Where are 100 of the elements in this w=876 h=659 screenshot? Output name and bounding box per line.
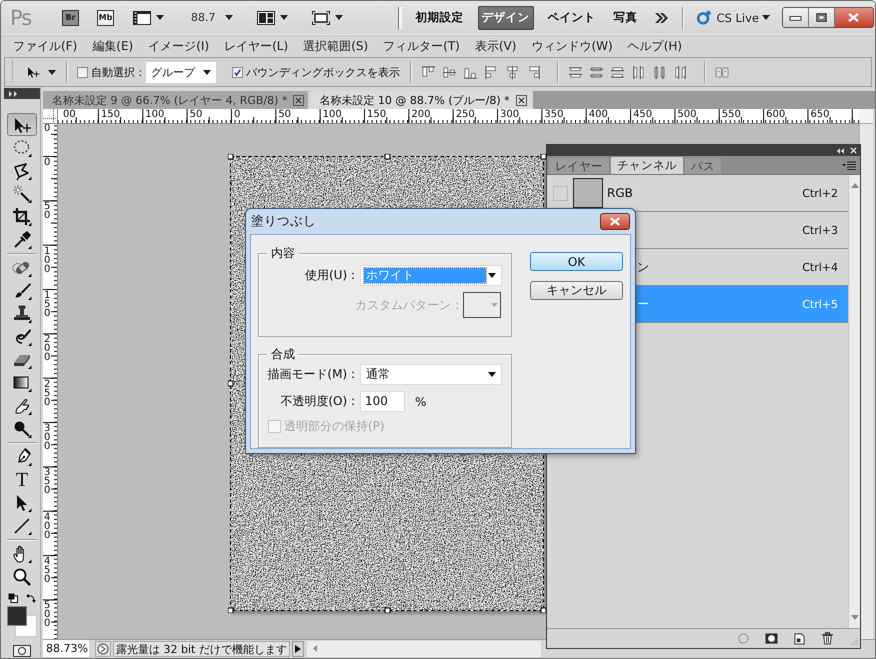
minimize-button[interactable] [782,8,809,27]
caret-icon [224,15,232,20]
menu-item[interactable]: 編集(E) [92,38,134,54]
caret-icon [334,15,342,20]
ruler-label: 0 [232,109,242,120]
scroll-up-icon[interactable] [850,183,858,188]
ruler-label: 500 [676,109,698,120]
more-workspaces-button[interactable] [654,12,668,22]
panel-scrollbar[interactable] [848,175,860,628]
align-icon[interactable] [505,64,520,80]
view-extras-button[interactable] [133,10,164,24]
grip-handle[interactable] [11,61,14,83]
ruler-label: 350 [43,466,50,496]
document-tab[interactable]: 名称未設定 9 @ 66.7% (レイヤー 4, RGB/8) * [43,91,310,109]
caret-icon [488,372,496,377]
scroll-left-icon[interactable] [312,645,317,652]
filmstrip-icon [133,10,151,24]
menu-item[interactable]: イメージ(I) [148,38,210,54]
menu-item[interactable]: 選択範囲(S) [303,38,368,54]
panel-tab[interactable]: パス [685,158,721,174]
dialog-title: 塗りつぶし [251,213,316,230]
workspace-button[interactable]: 初期設定 [412,6,468,30]
checkbox-label: 透明部分の保持(P) [284,418,385,435]
double-chevron-icon [654,12,668,22]
status-button[interactable] [95,640,111,656]
swap-arrows-icon[interactable] [26,593,36,603]
auto-align-icon[interactable] [715,64,730,80]
default-colors-icon[interactable] [8,593,18,603]
align-icon[interactable] [442,64,458,80]
dotted-circle-icon[interactable] [737,632,750,645]
document-tab[interactable]: 名称未設定 10 @ 88.7% (ブルー/8) * [310,91,533,109]
tool-button[interactable]: T [7,468,37,491]
trash-icon[interactable] [821,632,834,645]
caret-icon [280,15,288,20]
checkbox[interactable] [232,66,244,78]
ruler-label: 200 [43,333,50,362]
horizontal-scrollbar[interactable] [306,640,541,656]
close-icon[interactable] [850,147,857,154]
workspace-button[interactable]: 写真 [610,6,642,30]
menu-item[interactable]: レイヤー(L) [224,38,288,54]
menu-item[interactable]: ウィンドウ(W) [531,38,613,54]
screen-mode-button[interactable] [312,10,342,24]
menu-item[interactable]: ヘルプ(H) [628,38,682,54]
new-page-icon[interactable] [793,632,806,645]
caret-icon [156,15,164,20]
channel-shortcut: Ctrl+2 [802,186,838,200]
menu-item[interactable]: 表示(V) [474,38,516,54]
checkbox[interactable] [77,66,88,78]
ruler-label: 400 [588,109,609,120]
collapse-icon[interactable] [836,148,844,154]
arrange-documents-button[interactable] [256,10,288,24]
channel-shortcut: Ctrl+5 [802,298,838,310]
zoom-level-dropdown[interactable]: 88.7 [191,11,232,24]
distribute-icon[interactable] [631,64,646,80]
screen-frame-icon [312,10,330,24]
channel-name: RGB [607,186,633,200]
maximize-button[interactable] [808,8,835,27]
expand-icon[interactable] [9,90,19,96]
mask-icon[interactable] [765,632,778,645]
tab-close-button[interactable] [516,94,527,106]
checkbox-label: 自動選択 : [91,64,142,80]
panel-tab[interactable]: チャンネル [611,157,683,174]
menu-item[interactable]: フィルター(T) [383,38,460,54]
opacity-input[interactable]: 100 [360,391,405,412]
color-swatches-icon[interactable] [7,606,37,637]
ruler-label: 150 [43,289,50,318]
blend-mode-dropdown[interactable]: 通常 [360,364,502,385]
cs-live-button[interactable]: CS Live [716,10,770,24]
launcher-button[interactable]: Br [62,10,79,26]
distribute-icon[interactable] [568,64,584,80]
scroll-down-icon[interactable] [850,615,858,620]
stamp-icon [12,304,32,324]
checkbox-label: バウンディングボックスを表示 [246,64,400,80]
dialog-button[interactable]: OK [530,252,623,271]
distribute-icon[interactable] [610,64,626,80]
launcher-button[interactable]: Mb [97,10,114,26]
workspace-button[interactable]: ペイント [544,6,600,30]
distribute-icon[interactable] [673,64,688,80]
distribute-icon[interactable] [589,64,604,80]
tool-button[interactable] [7,113,37,136]
status-menu-button[interactable] [292,640,304,656]
resize-grip-icon[interactable] [849,637,858,646]
magic-wand-icon [12,184,32,204]
panel-tab[interactable]: レイヤー [549,158,609,174]
menu-item[interactable]: ファイル(F) [13,38,78,54]
dialog-button[interactable]: キャンセル [530,281,623,300]
close-button[interactable] [600,213,630,230]
auto-select-dropdown[interactable]: グループ [146,62,216,82]
zoom-field[interactable]: 88.73% [43,640,89,657]
close-icon [295,96,302,104]
panel-menu-icon[interactable] [842,160,856,170]
align-icon[interactable] [421,64,436,80]
distribute-icon[interactable] [652,64,668,80]
channel-name: ン [637,258,649,276]
quick-mask-icon[interactable] [13,645,31,657]
tab-close-button[interactable] [293,94,304,106]
close-button[interactable] [834,8,873,27]
ruler-label: 300 [499,109,520,120]
workspace-button[interactable]: デザイン [478,6,534,30]
channel-name: ー [637,296,649,312]
